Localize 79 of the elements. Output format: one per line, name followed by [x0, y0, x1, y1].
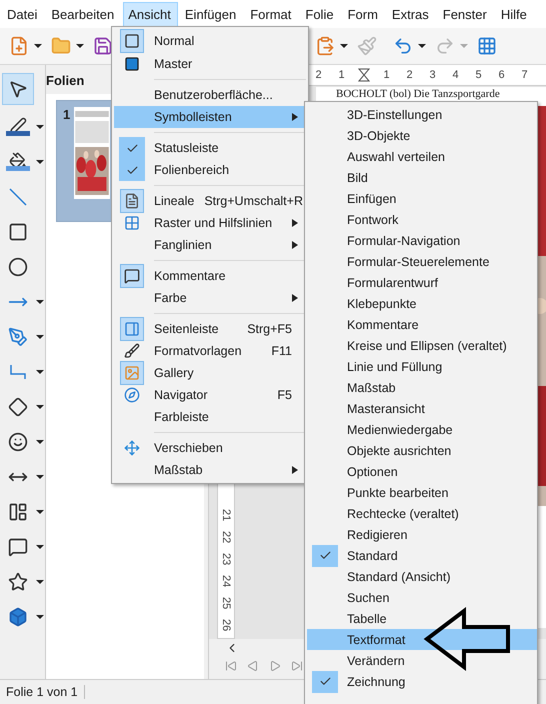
menu-item[interactable]: Suchen: [307, 587, 537, 608]
menu-item[interactable]: Master: [114, 52, 306, 75]
menu-item[interactable]: Einfügen: [307, 188, 537, 209]
menu-item[interactable]: Punkte bearbeiten: [307, 482, 537, 503]
menu-title[interactable]: Datei: [2, 2, 44, 26]
ruler-number: 23: [219, 552, 233, 568]
menu-title[interactable]: Format: [245, 2, 298, 26]
menu-item[interactable]: Formularentwurf: [307, 272, 537, 293]
menu-item[interactable]: 3D-Objekte: [307, 125, 537, 146]
menu-item[interactable]: Benutzeroberfläche...: [114, 84, 306, 106]
menu-item[interactable]: Rechtecke (veraltet): [307, 503, 537, 524]
menu-item[interactable]: Normal: [114, 29, 306, 52]
menu-item[interactable]: Verschieben: [114, 437, 306, 459]
menu-item[interactable]: Navigator F5: [114, 384, 306, 406]
ruler-number: 5: [474, 69, 483, 81]
menu-item[interactable]: Formular-Steuerelemente: [307, 251, 537, 272]
ruler-number: 2: [405, 69, 414, 81]
shortcut-text: F5: [276, 388, 293, 402]
shortcut-text: Strg+F5: [246, 322, 293, 336]
menu-item[interactable]: Seitenleiste Strg+F5: [114, 318, 306, 340]
ruler-number: 24: [219, 574, 233, 590]
menu-item[interactable]: Optionen: [307, 461, 537, 482]
menu-item[interactable]: Maßstab: [114, 459, 306, 481]
menu-item[interactable]: Klebepunkte: [307, 293, 537, 314]
menu-item[interactable]: Statusleiste: [114, 137, 306, 159]
menu-item[interactable]: Linie und Füllung: [307, 356, 537, 377]
menu-item[interactable]: Fontwork: [307, 209, 537, 230]
article-text: BOCHOLT (bol) Die Tanzsportgarde: [336, 88, 500, 100]
menu-item[interactable]: Kommentare: [114, 265, 306, 287]
menu-title[interactable]: Fenster: [438, 2, 494, 26]
menu-item[interactable]: Auswahl verteilen: [307, 146, 537, 167]
menu-item[interactable]: Farbleiste: [114, 406, 306, 428]
ruler-number: 21: [219, 508, 233, 524]
menu-title[interactable]: Hilfe: [496, 2, 534, 26]
menu-title[interactable]: Folie: [300, 2, 341, 26]
menu-item[interactable]: Tabelle: [307, 608, 537, 629]
select-icon[interactable]: [2, 73, 34, 105]
menu-item[interactable]: Formatvorlagen F11: [114, 340, 306, 362]
menu-item[interactable]: Medienwiedergabe: [307, 419, 537, 440]
menu-item[interactable]: Fanglinien: [114, 234, 306, 256]
menu-title[interactable]: Bearbeiten: [46, 2, 122, 26]
menu-item[interactable]: 3D-Einstellungen: [307, 104, 537, 125]
menu-title[interactable]: Ansicht: [123, 2, 178, 26]
menu-item[interactable]: Redigieren: [307, 524, 537, 545]
menu-item[interactable]: Zeichnung: [307, 671, 537, 692]
menu-item[interactable]: Standard: [307, 545, 537, 566]
ruler-number: 3: [428, 69, 437, 81]
pane-title: Folien: [46, 72, 86, 90]
indent-marker-icon: [358, 68, 370, 82]
menu-title[interactable]: Extras: [386, 2, 436, 26]
ruler-number: 4: [451, 69, 460, 81]
menu-item[interactable]: Kreise und Ellipsen (veraltet): [307, 335, 537, 356]
menu-item[interactable]: Lineale Strg+Umschalt+R: [114, 190, 306, 212]
menu-item[interactable]: Farbe: [114, 287, 306, 309]
ruler-number: 1: [337, 69, 346, 81]
ruler-number: 26: [219, 618, 233, 634]
menu-item[interactable]: Raster und Hilfslinien: [114, 212, 306, 234]
slide-counter: Folie 1 von 1: [0, 685, 85, 699]
menu-item[interactable]: Gallery: [114, 362, 306, 384]
menu-item[interactable]: Standard (Ansicht): [307, 566, 537, 587]
ruler-number: 25: [219, 596, 233, 612]
shortcut-text: F11: [270, 344, 293, 358]
menu-item[interactable]: Folienbereich: [114, 159, 306, 181]
menu-item[interactable]: Maßstab: [307, 377, 537, 398]
menu-title[interactable]: Einfügen: [180, 2, 244, 26]
menu-item[interactable]: Masteransicht: [307, 398, 537, 419]
menu-title[interactable]: Form: [342, 2, 385, 26]
shortcut-text: Strg+Umschalt+R: [203, 194, 304, 208]
ruler-number: 1: [382, 69, 391, 81]
menu-item[interactable]: Textformat: [307, 629, 537, 650]
ruler-number: 22: [219, 530, 233, 546]
menu-item[interactable]: Kommentare: [307, 314, 537, 335]
ruler-number: 6: [497, 69, 506, 81]
menu-item[interactable]: Bild: [307, 167, 537, 188]
ruler-number: 7: [520, 69, 529, 81]
menu-item[interactable]: Formular-Navigation: [307, 230, 537, 251]
ruler-number: 2: [314, 69, 323, 81]
menu-item[interactable]: Symbolleisten: [114, 106, 306, 128]
menu-item[interactable]: Objekte ausrichten: [307, 440, 537, 461]
